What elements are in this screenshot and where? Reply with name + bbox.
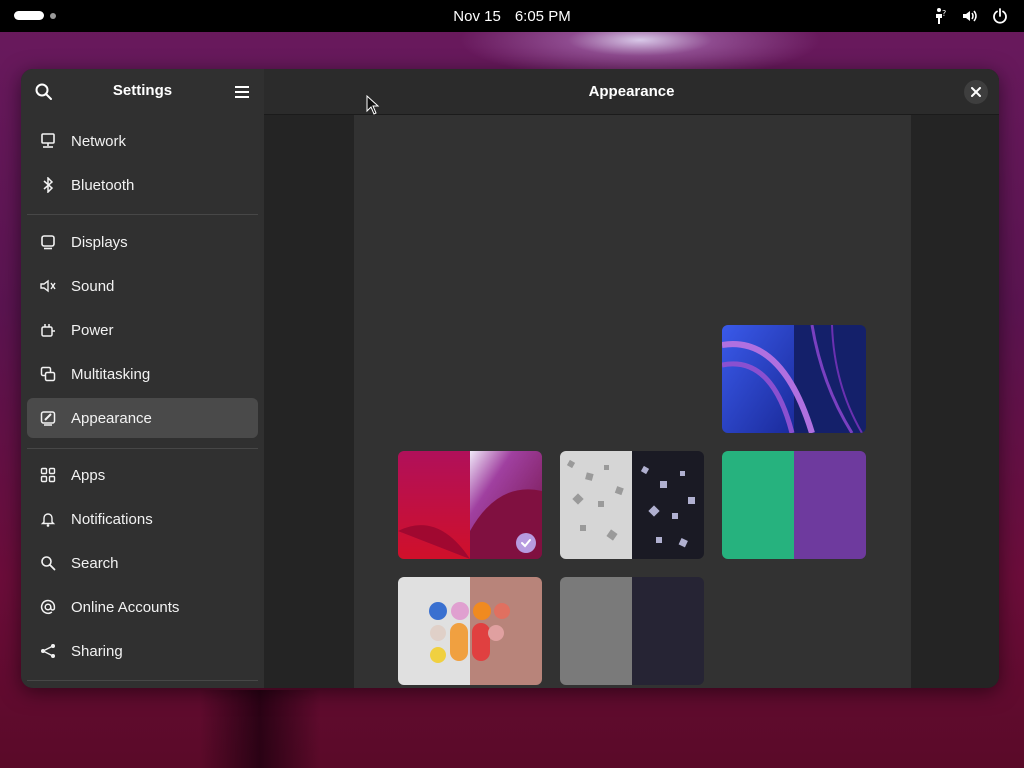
sidebar: Settings Network Bluetooth Displays Soun… — [21, 69, 264, 688]
sidebar-item-label: Multitasking — [71, 365, 151, 383]
power-plug-icon — [39, 321, 57, 339]
bell-icon — [39, 510, 57, 528]
sidebar-item-appearance[interactable]: Appearance — [27, 398, 258, 438]
mouse-pointer-icon — [366, 95, 380, 115]
appearance-icon — [39, 409, 57, 427]
accessibility-status-icon[interactable]: ? — [930, 6, 950, 26]
sidebar-item-sound[interactable]: Sound — [27, 266, 258, 306]
wallpaper-purple-half — [794, 451, 866, 559]
sound-icon — [39, 277, 57, 295]
share-icon — [39, 642, 57, 660]
sidebar-separator — [27, 214, 258, 215]
apps-grid-icon — [39, 466, 57, 484]
sidebar-item-notifications[interactable]: Notifications — [27, 499, 258, 539]
sidebar-item-label: Apps — [71, 466, 106, 484]
sidebar-item-apps[interactable]: Apps — [27, 455, 258, 495]
close-icon — [971, 87, 981, 97]
volume-icon[interactable] — [960, 6, 980, 26]
hamburger-menu-icon[interactable] — [231, 81, 253, 103]
network-icon — [39, 132, 57, 150]
wallpaper-pills — [398, 577, 542, 685]
wallpaper-thumbnail[interactable] — [560, 451, 704, 559]
wallpaper-thumbnail[interactable] — [722, 325, 866, 433]
sidebar-item-label: Sound — [71, 277, 115, 295]
display-icon — [39, 233, 57, 251]
sidebar-item-power[interactable]: Power — [27, 310, 258, 350]
sidebar-item-search[interactable]: Search — [27, 543, 258, 583]
sidebar-item-bluetooth[interactable]: Bluetooth — [27, 165, 258, 205]
top-bar: Nov 15 6:05 PM ? — [0, 0, 1024, 32]
sidebar-item-label: Power — [71, 321, 114, 339]
system-tray[interactable]: ? — [930, 6, 1010, 26]
sidebar-item-label: Bluetooth — [71, 176, 135, 194]
wallpaper-thumbnail[interactable] — [722, 451, 866, 559]
sidebar-item-label: Sharing — [71, 642, 123, 660]
sidebar-separator — [27, 680, 258, 681]
search-icon — [39, 554, 57, 572]
sidebar-title: Settings — [112, 82, 173, 99]
settings-window: Settings Network Bluetooth Displays Soun… — [21, 69, 999, 688]
sidebar-item-network[interactable]: Network — [27, 121, 258, 161]
wallpaper-blue-ribbons — [722, 325, 866, 433]
clock-date: Nov 15 — [453, 7, 501, 25]
sidebar-separator — [27, 448, 258, 449]
close-button[interactable] — [964, 80, 988, 104]
sidebar-item-label: Displays — [71, 233, 128, 251]
bluetooth-icon — [39, 176, 57, 194]
sidebar-item-displays[interactable]: Displays — [27, 222, 258, 262]
svg-text:?: ? — [942, 9, 946, 18]
main-content: Appearance — [264, 69, 999, 688]
wallpaper-dark-half — [632, 577, 704, 685]
multitasking-icon — [39, 365, 57, 383]
clock[interactable]: Nov 15 6:05 PM — [0, 0, 1024, 32]
wallpaper-gray-half — [560, 577, 632, 685]
sidebar-item-label: Online Accounts — [71, 598, 180, 616]
sidebar-item-label: Network — [71, 132, 127, 150]
sidebar-header: Settings — [21, 69, 264, 114]
sidebar-item-label: Search — [71, 554, 119, 572]
at-sign-icon — [39, 598, 57, 616]
wallpaper-thumbnail[interactable] — [560, 577, 704, 685]
wallpaper-thumbnail-selected[interactable] — [398, 451, 542, 559]
sidebar-item-sharing[interactable]: Sharing — [27, 631, 258, 671]
appearance-panel — [354, 115, 911, 688]
power-icon[interactable] — [990, 6, 1010, 26]
wallpaper-crystals — [560, 451, 704, 559]
sidebar-item-label: Appearance — [71, 409, 152, 427]
sidebar-item-multitasking[interactable]: Multitasking — [27, 354, 258, 394]
clock-time: 6:05 PM — [514, 7, 571, 25]
sidebar-item-label: Notifications — [71, 510, 153, 528]
sidebar-item-online-accounts[interactable]: Online Accounts — [27, 587, 258, 627]
wallpaper-shadow — [200, 690, 320, 768]
wallpaper-thumbnail[interactable] — [398, 577, 542, 685]
wallpaper-green-half — [722, 451, 794, 559]
selected-check-icon — [516, 533, 536, 553]
